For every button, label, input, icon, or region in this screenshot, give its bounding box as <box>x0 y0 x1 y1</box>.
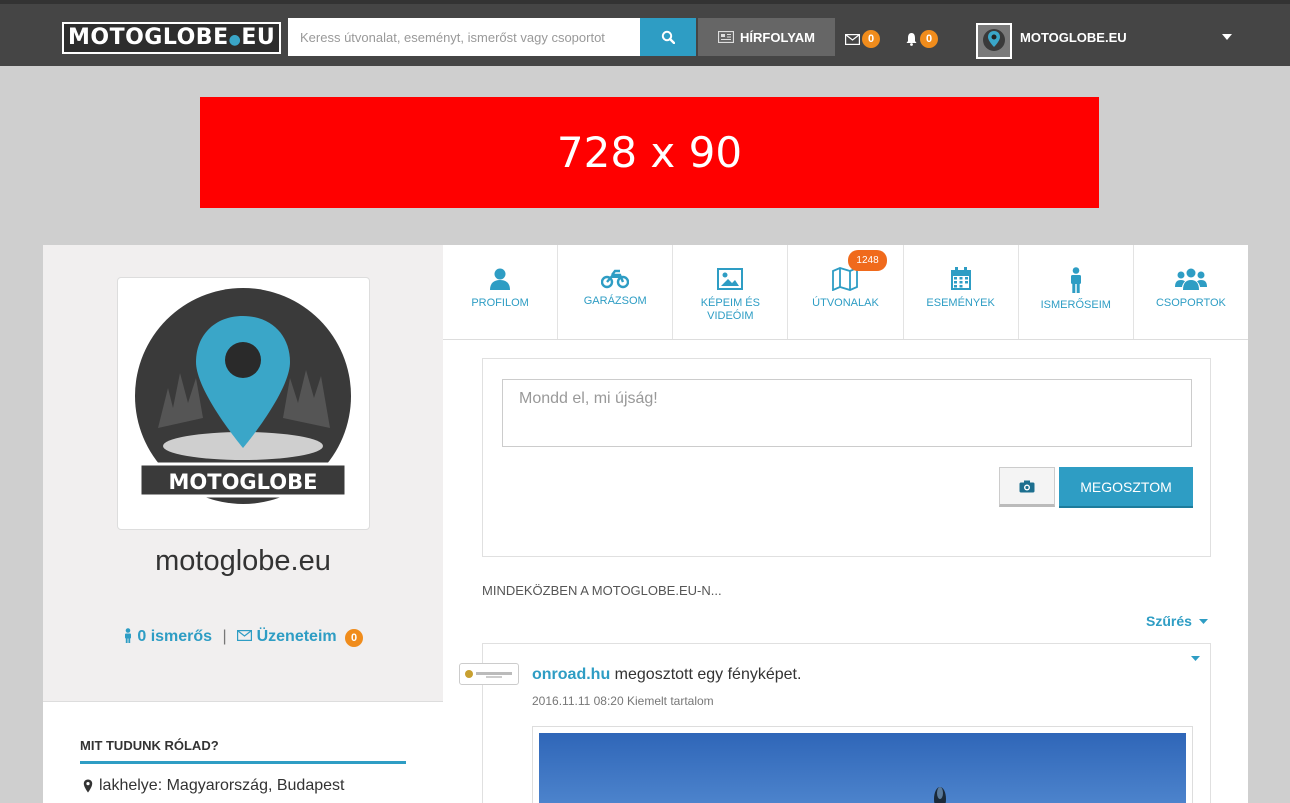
bell-icon <box>906 33 917 46</box>
person-icon <box>1070 267 1081 293</box>
messages-badge: 0 <box>862 30 880 48</box>
newspaper-icon <box>718 31 735 43</box>
post-author-avatar[interactable] <box>459 663 519 685</box>
search-input[interactable] <box>288 18 640 56</box>
routes-count-badge: 1248 <box>848 250 887 271</box>
profile-name: motoglobe.eu <box>155 545 331 577</box>
newsfeed-button[interactable]: HÍRFOLYAM <box>698 18 835 56</box>
notifications-badge: 0 <box>920 30 938 48</box>
about-title: MIT TUDUNK RÓLAD? <box>80 738 406 764</box>
tab-label: CSOPORTOK <box>1155 297 1226 309</box>
tab-label: KÉPEIM ÉS VIDEÓIM <box>700 297 760 322</box>
nav-username[interactable]: MOTOGLOBE.EU <box>1020 30 1127 45</box>
envelope-icon <box>237 630 253 642</box>
chevron-down-icon <box>1198 619 1208 624</box>
location-row: lakhelye: Magyarország, Budapest <box>83 777 344 795</box>
friends-link[interactable]: 0 ismerős <box>137 628 212 645</box>
chevron-down-icon[interactable] <box>1191 656 1200 661</box>
profile-sidebar: MOTOGLOBE motoglobe.eu 0 ismerős | Üzene… <box>43 245 443 803</box>
tab-groups[interactable]: CSOPORTOK <box>1134 245 1248 339</box>
notifications-nav[interactable]: 0 <box>905 30 938 48</box>
link-separator: | <box>222 628 227 645</box>
ad-banner[interactable]: 728 x 90 <box>200 97 1099 208</box>
profile-tabs: PROFILOM GARÁZSOM KÉPEIM ÉS VIDEÓIM 1248… <box>443 245 1248 340</box>
post-image[interactable] <box>532 726 1193 803</box>
tab-routes[interactable]: 1248 ÚTVONALAK <box>788 245 904 339</box>
profile-logo-text: MOTOGLOBE <box>169 470 318 494</box>
post-meta: 2016.11.11 08:20 Kiemelt tartalom <box>532 694 714 708</box>
onroad-logo-icon <box>465 670 512 678</box>
share-button[interactable]: MEGOSZTOM <box>1059 467 1193 508</box>
post-composer: MEGOSZTOM <box>482 358 1211 557</box>
user-icon <box>490 268 511 290</box>
messages-nav[interactable]: 0 <box>845 30 880 48</box>
chevron-down-icon[interactable] <box>1222 34 1232 40</box>
tab-label: ISMERŐSEIM <box>1040 299 1111 311</box>
filter-label: Szűrés <box>1146 613 1192 629</box>
envelope-icon <box>845 33 860 45</box>
logo-suffix: EU <box>241 25 276 50</box>
tab-garage[interactable]: GARÁZSOM <box>558 245 674 339</box>
camera-icon <box>1019 480 1035 492</box>
profile-logo-image: MOTOGLOBE <box>135 288 351 504</box>
newsfeed-label: HÍRFOLYAM <box>740 29 815 45</box>
ad-text: 728 x 90 <box>556 128 743 177</box>
about-panel: MIT TUDUNK RÓLAD? lakhelye: Magyarország… <box>43 701 443 803</box>
tab-events[interactable]: ESEMÉNYEK <box>904 245 1019 339</box>
pin-icon: ● <box>228 32 242 48</box>
post-headline: onroad.hu megosztott egy fényképet. <box>532 666 801 684</box>
tab-friends[interactable]: ISMERŐSEIM <box>1019 245 1134 339</box>
feed-post: onroad.hu megosztott egy fényképet. 2016… <box>459 643 1211 803</box>
status-input[interactable] <box>502 379 1192 447</box>
post-photo <box>539 733 1186 803</box>
group-icon <box>1174 268 1207 290</box>
person-icon <box>124 628 131 643</box>
tab-label: ESEMÉNYEK <box>926 297 995 309</box>
image-icon <box>717 268 744 290</box>
messages-badge: 0 <box>345 629 364 647</box>
main-content: PROFILOM GARÁZSOM KÉPEIM ÉS VIDEÓIM 1248… <box>443 245 1248 803</box>
avatar-logo-icon <box>978 25 1010 57</box>
photo-object-icon <box>934 787 946 803</box>
site-logo[interactable]: MOTOGLOBE●EU <box>62 22 282 54</box>
calendar-icon <box>950 267 971 290</box>
profile-links: 0 ismerős | Üzeneteim 0 <box>43 628 443 647</box>
filter-dropdown[interactable]: Szűrés <box>1146 613 1208 629</box>
tab-label: PROFILOM <box>471 297 529 309</box>
post-author-link[interactable]: onroad.hu <box>532 666 610 683</box>
map-marker-icon <box>83 779 93 793</box>
tab-label: GARÁZSOM <box>583 295 647 307</box>
feed-heading: MINDEKÖZBEN A MOTOGLOBE.EU-N... <box>482 583 722 598</box>
add-photo-button[interactable] <box>999 467 1055 507</box>
profile-picture[interactable]: MOTOGLOBE <box>117 277 370 530</box>
user-avatar[interactable] <box>976 23 1012 59</box>
location-text: lakhelye: Magyarország, Budapest <box>99 777 345 794</box>
search-button[interactable] <box>640 18 696 56</box>
search-icon <box>661 30 675 44</box>
tab-photos-videos[interactable]: KÉPEIM ÉS VIDEÓIM <box>673 245 789 339</box>
messages-link[interactable]: Üzeneteim <box>257 628 337 645</box>
logo-text: MOTOGLOBE <box>68 25 229 50</box>
tab-profile[interactable]: PROFILOM <box>443 245 559 339</box>
tab-label: ÚTVONALAK <box>812 297 879 309</box>
post-action-text: megosztott egy fényképet. <box>610 666 802 683</box>
top-navbar: MOTOGLOBE●EU HÍRFOLYAM 0 0 MOTOGLOBE.EU <box>0 0 1290 66</box>
motorcycle-icon <box>601 269 630 289</box>
